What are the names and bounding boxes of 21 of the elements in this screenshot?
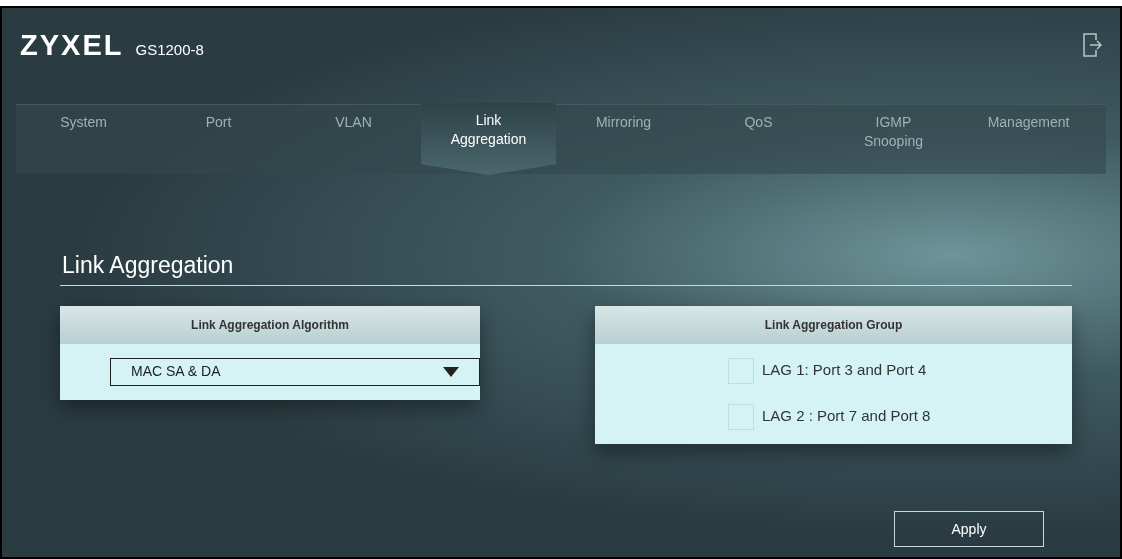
nav-tab[interactable]: System <box>16 105 151 175</box>
panel-header: Link Aggregation Algorithm <box>60 305 480 344</box>
nav-tab[interactable]: Management <box>961 105 1096 175</box>
nav-tab[interactable]: Link Aggregation <box>421 103 556 175</box>
nav-tab[interactable]: Port <box>151 105 286 175</box>
nav-tab[interactable]: VLAN <box>286 105 421 175</box>
panel-header: Link Aggregation Group <box>595 305 1072 344</box>
brand-logo: ZYXEL <box>20 30 124 60</box>
lag-label: LAG 1: Port 3 and Port 4 <box>762 360 927 381</box>
section-title: Link Aggregation <box>60 248 1072 286</box>
caret-icon <box>443 366 459 377</box>
lag-label: LAG 2 : Port 7 and Port 8 <box>762 406 931 427</box>
logout-icon[interactable] <box>1082 32 1102 58</box>
nav-tab[interactable]: IGMP Snooping <box>826 105 961 175</box>
apply-button[interactable]: Apply <box>894 511 1044 547</box>
nav-tab[interactable]: QoS <box>691 105 826 175</box>
model-name: GS1200-8 <box>135 41 204 60</box>
lag-checkbox[interactable] <box>728 357 754 384</box>
lag-checkbox[interactable] <box>728 403 754 430</box>
algorithm-select[interactable]: MAC SA & DA <box>110 357 480 386</box>
nav-tab[interactable]: Mirroring <box>556 105 691 175</box>
